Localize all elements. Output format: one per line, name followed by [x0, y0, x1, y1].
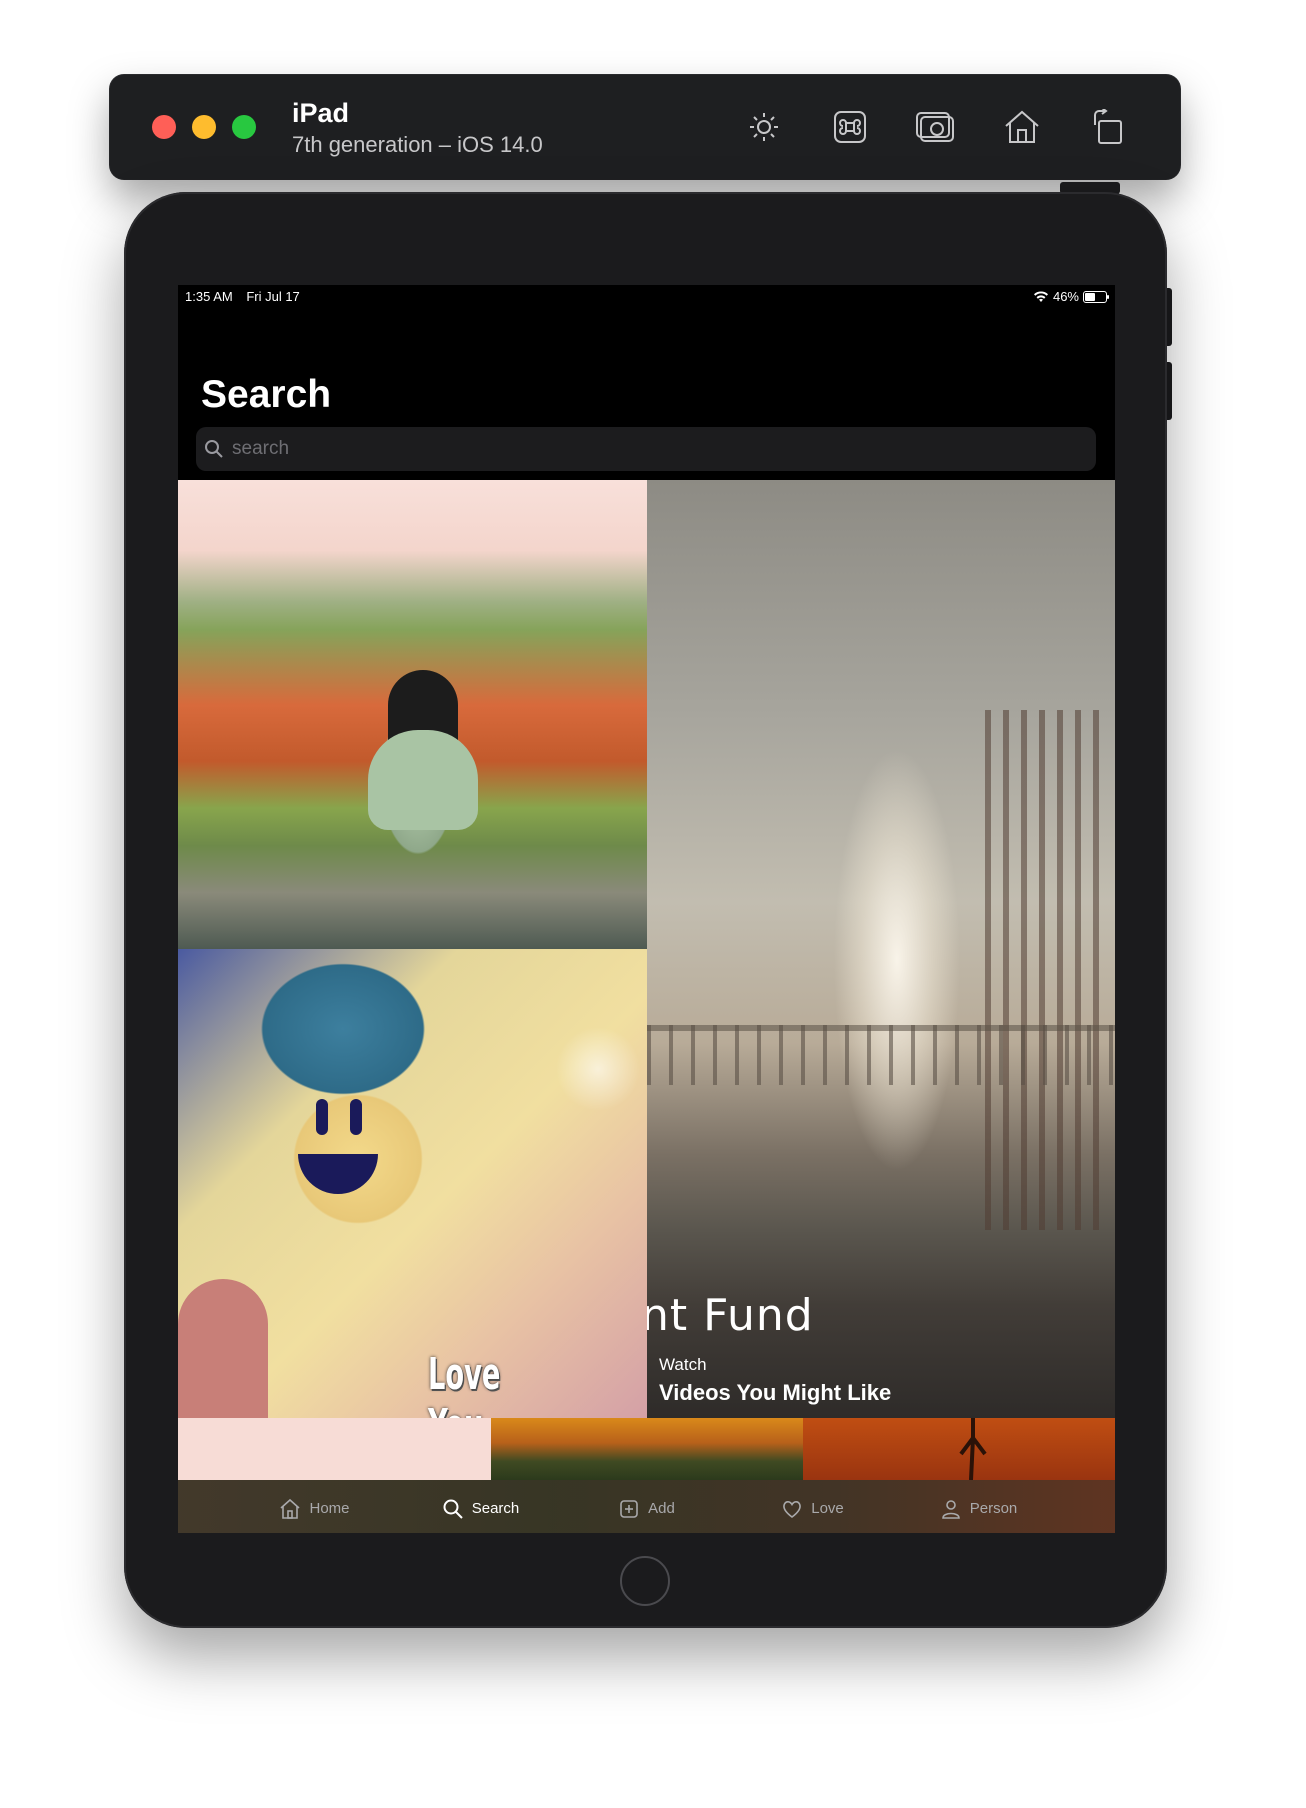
tab-love-label: Love — [811, 1500, 844, 1517]
photo-tile-bottom-1[interactable] — [178, 1418, 491, 1480]
minimize-window-button[interactable] — [192, 115, 216, 139]
industrial-bridge — [647, 1025, 1115, 1085]
girl-shirt — [368, 730, 478, 830]
search-input[interactable] — [230, 437, 1070, 461]
tab-search-label: Search — [471, 1500, 520, 1517]
tab-search[interactable]: Search — [398, 1480, 564, 1533]
photo-tile-orange[interactable] — [803, 1418, 1115, 1480]
videos-label: Videos You Might Like — [659, 1380, 892, 1405]
tab-love[interactable]: Love — [730, 1480, 896, 1533]
zoom-window-button[interactable] — [232, 115, 256, 139]
friends-caption: Love You Friends — [428, 1349, 501, 1418]
home-icon — [1005, 110, 1039, 143]
tab-home[interactable]: Home — [232, 1480, 398, 1533]
search-icon — [205, 440, 223, 458]
tab-person-label: Person — [969, 1500, 1018, 1517]
status-bar: 1:35 AM Fri Jul 17 46% — [178, 285, 1115, 309]
search-icon — [443, 1499, 463, 1519]
photo-tile-sunset[interactable] — [491, 1418, 803, 1480]
device-home-button[interactable] — [620, 1556, 670, 1606]
simulator-title-bar: iPad 7th generation – iOS 14.0 — [110, 75, 1180, 179]
windmill-silhouette — [959, 1418, 987, 1480]
person-icon — [941, 1499, 960, 1519]
command-button[interactable] — [828, 105, 872, 149]
close-window-button[interactable] — [152, 115, 176, 139]
rotate-icon — [1094, 109, 1122, 144]
status-time: 1:35 AM — [185, 289, 233, 304]
wifi-icon — [1033, 290, 1048, 302]
search-bar[interactable] — [196, 427, 1096, 471]
status-date: Fri Jul 17 — [246, 289, 300, 304]
page-title: Search — [201, 373, 332, 416]
status-left: 1:35 AM Fri Jul 17 — [185, 289, 310, 304]
watch-label: Watch — [659, 1355, 707, 1374]
tab-add-label: Add — [648, 1500, 675, 1517]
window-controls — [152, 115, 256, 139]
face-mouth — [298, 1154, 378, 1194]
tab-person[interactable]: Person — [896, 1480, 1062, 1533]
status-right: 46% — [1033, 289, 1109, 304]
ipad-screen: 1:35 AM Fri Jul 17 46% Search nt Fund Wa… — [178, 285, 1115, 1533]
simulator-toolbar — [742, 105, 1130, 149]
tab-home-label: Home — [309, 1500, 350, 1517]
photo-tile-girl-landscape[interactable] — [178, 480, 647, 949]
command-icon — [834, 111, 866, 143]
face-eye-right — [350, 1099, 362, 1135]
device-name: iPad — [292, 98, 350, 128]
add-square-icon — [620, 1499, 638, 1518]
home-icon — [280, 1498, 301, 1519]
home-button-sim[interactable] — [1000, 105, 1044, 149]
rotate-button[interactable] — [1086, 105, 1130, 149]
battery-percent: 46% — [1052, 289, 1079, 304]
video-overlay-text: nt Fund — [647, 1290, 814, 1341]
simulator-title: iPad 7th generation – iOS 14.0 — [292, 97, 543, 159]
heart-icon — [783, 1500, 802, 1518]
battery-icon — [1083, 290, 1109, 303]
finger-face-cap — [178, 1279, 268, 1418]
face-eye-left — [316, 1099, 328, 1135]
brightness-icon — [750, 113, 778, 141]
tab-add[interactable]: Add — [564, 1480, 730, 1533]
device-info: 7th generation – iOS 14.0 — [292, 132, 543, 157]
brightness-button[interactable] — [742, 105, 786, 149]
industrial-towers — [985, 710, 1105, 1230]
screenshot-button[interactable] — [914, 105, 958, 149]
tab-bar: Home Search Add Love Person — [178, 1480, 1115, 1533]
video-tile-industrial[interactable]: nt Fund Watch Videos You Might Like — [647, 480, 1115, 1418]
screenshot-icon — [916, 112, 954, 142]
photo-tile-finger-faces[interactable]: Love You Friends — [178, 949, 647, 1418]
